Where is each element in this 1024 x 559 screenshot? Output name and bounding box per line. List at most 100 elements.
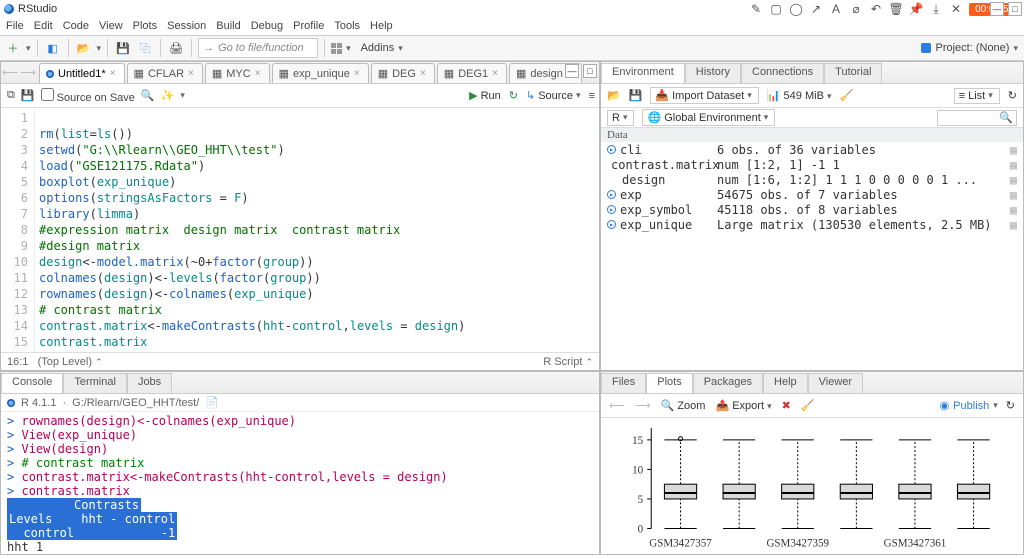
arrow-icon[interactable]: ↗ [809, 2, 823, 16]
print-icon[interactable]: 🖨 [167, 39, 185, 57]
project-menu[interactable]: Project: (None)▾ [921, 42, 1018, 54]
lang-select[interactable]: R ▾ [607, 110, 634, 126]
pane-min-icon[interactable]: — [565, 64, 579, 78]
plot-refresh-icon[interactable]: ↻ [1006, 399, 1015, 412]
svg-text:15: 15 [632, 435, 644, 447]
tab-viewer[interactable]: Viewer [808, 373, 863, 393]
menu-view[interactable]: View [99, 20, 123, 32]
menu-help[interactable]: Help [370, 20, 393, 32]
r-icon [7, 399, 15, 407]
menu-debug[interactable]: Debug [251, 20, 283, 32]
menu-profile[interactable]: Profile [293, 20, 324, 32]
save-all-icon[interactable]: ⿻ [136, 39, 154, 57]
env-search[interactable]: 🔍 [937, 110, 1017, 126]
cursor-position: 16:1 [7, 356, 28, 368]
svg-text:GSM3427361: GSM3427361 [884, 538, 947, 550]
tab-deg[interactable]: ▦DEG× [371, 63, 435, 83]
addins-menu[interactable]: Addins▾ [361, 42, 403, 54]
refresh-icon[interactable]: ↻ [1008, 89, 1017, 102]
tab-terminal[interactable]: Terminal [63, 373, 127, 393]
nav-back-icon[interactable]: ⟵ [1, 64, 19, 82]
pin-icon[interactable]: 📌 [909, 2, 923, 16]
save-file-icon[interactable]: 💾 [114, 39, 132, 57]
plot-prev-icon[interactable]: ⟵ [609, 399, 625, 412]
import-dataset[interactable]: 📥 Import Dataset ▾ [650, 87, 758, 104]
run-button[interactable]: ▶Run [469, 89, 501, 102]
r-version: R 4.1.1 [21, 397, 56, 409]
console-path: G:/Rlearn/GEO_HHT/test/ [72, 397, 199, 409]
text-icon[interactable]: A [829, 2, 843, 16]
tab-console[interactable]: Console [1, 373, 63, 393]
zoom-button[interactable]: 🔍 Zoom [661, 399, 706, 412]
mem-usage[interactable]: 📊 549 MiB ▾ [767, 89, 832, 102]
publish-button[interactable]: ◉ Publish ▾ [940, 399, 998, 412]
menu-file[interactable]: File [6, 20, 24, 32]
svg-text:GSM3427359: GSM3427359 [766, 538, 829, 550]
tab-environment[interactable]: Environment [601, 63, 685, 83]
blur-icon[interactable]: ⌀ [849, 2, 863, 16]
load-ws-icon[interactable]: 📂 [607, 89, 621, 102]
open-file-icon[interactable]: 📂 [75, 39, 93, 57]
show-doc-icon[interactable]: ⧉ [7, 89, 15, 102]
plot-next-icon[interactable]: ⟶ [635, 399, 651, 412]
tab-help[interactable]: Help [763, 373, 808, 393]
tab-tutorial[interactable]: Tutorial [824, 63, 882, 83]
goto-placeholder: Go to file/function [218, 42, 304, 54]
tab-connections[interactable]: Connections [741, 63, 824, 83]
scope-selector[interactable]: (Top Level) [38, 356, 92, 368]
rerun-icon[interactable]: ↻ [509, 89, 518, 102]
trash-icon[interactable]: 🗑 [889, 2, 903, 16]
path-menu-icon[interactable]: 📄 [205, 396, 219, 409]
tab-jobs[interactable]: Jobs [127, 373, 172, 393]
source-on-save[interactable]: Source on Save [41, 88, 135, 104]
tab-cflar[interactable]: ▦CFLAR× [127, 63, 203, 83]
circle-icon[interactable]: ◯ [789, 2, 803, 16]
close-tab-icon[interactable]: × [110, 68, 116, 79]
tab-untitled1[interactable]: Untitled1*× [39, 63, 125, 83]
plots-max-icon[interactable]: □ [1008, 2, 1022, 16]
plots-min-icon[interactable]: — [990, 2, 1004, 16]
tab-myc[interactable]: ▦MYC× [205, 63, 270, 83]
menu-build[interactable]: Build [216, 20, 240, 32]
lang-selector[interactable]: R Script ⌃ [543, 356, 593, 368]
new-project-icon[interactable]: ◧ [44, 39, 62, 57]
env-scope[interactable]: 🌐 Global Environment ▾ [642, 109, 775, 126]
menu-tools[interactable]: Tools [334, 20, 360, 32]
source-button[interactable]: ↳Source▾ [526, 89, 581, 102]
rstudio-logo-icon [4, 4, 14, 14]
clear-plots-icon[interactable]: 🧹 [801, 399, 815, 412]
new-file-icon[interactable]: ＋ [4, 39, 22, 57]
find-icon[interactable]: 🔍 [141, 89, 155, 102]
menu-session[interactable]: Session [167, 20, 206, 32]
console-output[interactable]: > rownames(design)<-colnames(exp_unique)… [1, 412, 599, 554]
view-mode[interactable]: ≡ List ▾ [954, 88, 1000, 104]
pane-max-icon[interactable]: □ [583, 64, 597, 78]
wand-icon[interactable]: ✨ [161, 89, 175, 102]
menu-plots[interactable]: Plots [133, 20, 157, 32]
save-ws-icon[interactable]: 💾 [629, 89, 643, 102]
save-icon[interactable]: ⤓ [929, 2, 943, 16]
nav-fwd-icon[interactable]: ⟶ [19, 64, 37, 82]
tab-plots[interactable]: Plots [646, 373, 692, 393]
tab-files[interactable]: Files [601, 373, 646, 393]
tab-deg1[interactable]: ▦DEG1× [437, 63, 507, 83]
undo-icon[interactable]: ↶ [869, 2, 883, 16]
svg-text:10: 10 [632, 464, 644, 476]
outline-icon[interactable]: ≡ [589, 90, 595, 102]
square-icon[interactable]: ▢ [769, 2, 783, 16]
pencil-icon[interactable]: ✎ [749, 2, 763, 16]
panes-icon[interactable] [331, 43, 342, 54]
save-doc-icon[interactable]: 💾 [21, 89, 35, 102]
tab-history[interactable]: History [685, 63, 741, 83]
code-area[interactable]: rm(list=ls())setwd("G:\\Rlearn\\GEO_HHT\… [35, 108, 469, 352]
close-icon[interactable]: ✕ [949, 2, 963, 16]
tab-exp-unique[interactable]: ▦exp_unique× [272, 63, 369, 83]
menu-edit[interactable]: Edit [34, 20, 53, 32]
goto-input[interactable]: →Go to file/function [198, 38, 318, 58]
tab-packages[interactable]: Packages [693, 373, 763, 393]
brush-icon[interactable]: 🧹 [840, 89, 854, 102]
app-title: RStudio [18, 3, 57, 15]
menu-code[interactable]: Code [63, 20, 89, 32]
remove-plot-icon[interactable]: ✖ [782, 399, 791, 412]
export-button[interactable]: 📤 Export ▾ [715, 399, 771, 412]
